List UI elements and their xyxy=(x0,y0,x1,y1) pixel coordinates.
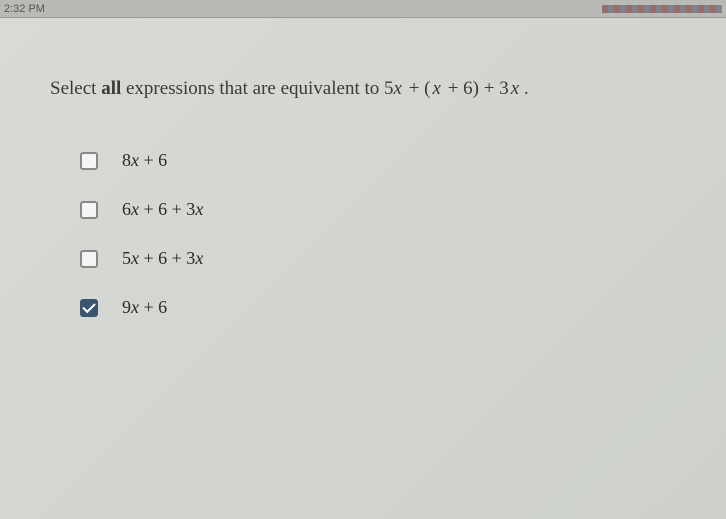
question-prompt: Select all expressions that are equivale… xyxy=(50,78,676,100)
question-content: Select all expressions that are equivale… xyxy=(0,18,726,318)
progress-indicator xyxy=(602,5,722,13)
question-suffix: . xyxy=(519,78,529,99)
option-checkbox-2[interactable] xyxy=(80,201,98,219)
question-middle: expressions that are equivalent to xyxy=(121,78,384,99)
option-label-4: 9x + 6 xyxy=(122,297,167,318)
question-prefix: Select xyxy=(50,78,101,99)
clock-time: 2:32 PM xyxy=(4,3,45,15)
option-row: 8x + 6 xyxy=(80,150,676,171)
option-checkbox-1[interactable] xyxy=(80,152,98,170)
option-label-3: 5x + 6 + 3x xyxy=(122,248,203,269)
option-checkbox-4[interactable] xyxy=(80,299,98,317)
options-list: 8x + 6 6x + 6 + 3x 5x + 6 + 3x 9x + 6 xyxy=(50,150,676,318)
option-label-1: 8x + 6 xyxy=(122,150,167,171)
status-bar: 2:32 PM xyxy=(0,0,726,18)
option-row: 6x + 6 + 3x xyxy=(80,199,676,220)
question-expression: 5x + (x + 6) + 3x xyxy=(384,78,519,99)
option-row: 5x + 6 + 3x xyxy=(80,248,676,269)
option-row: 9x + 6 xyxy=(80,297,676,318)
option-label-2: 6x + 6 + 3x xyxy=(122,199,203,220)
question-bold: all xyxy=(101,78,121,99)
option-checkbox-3[interactable] xyxy=(80,250,98,268)
